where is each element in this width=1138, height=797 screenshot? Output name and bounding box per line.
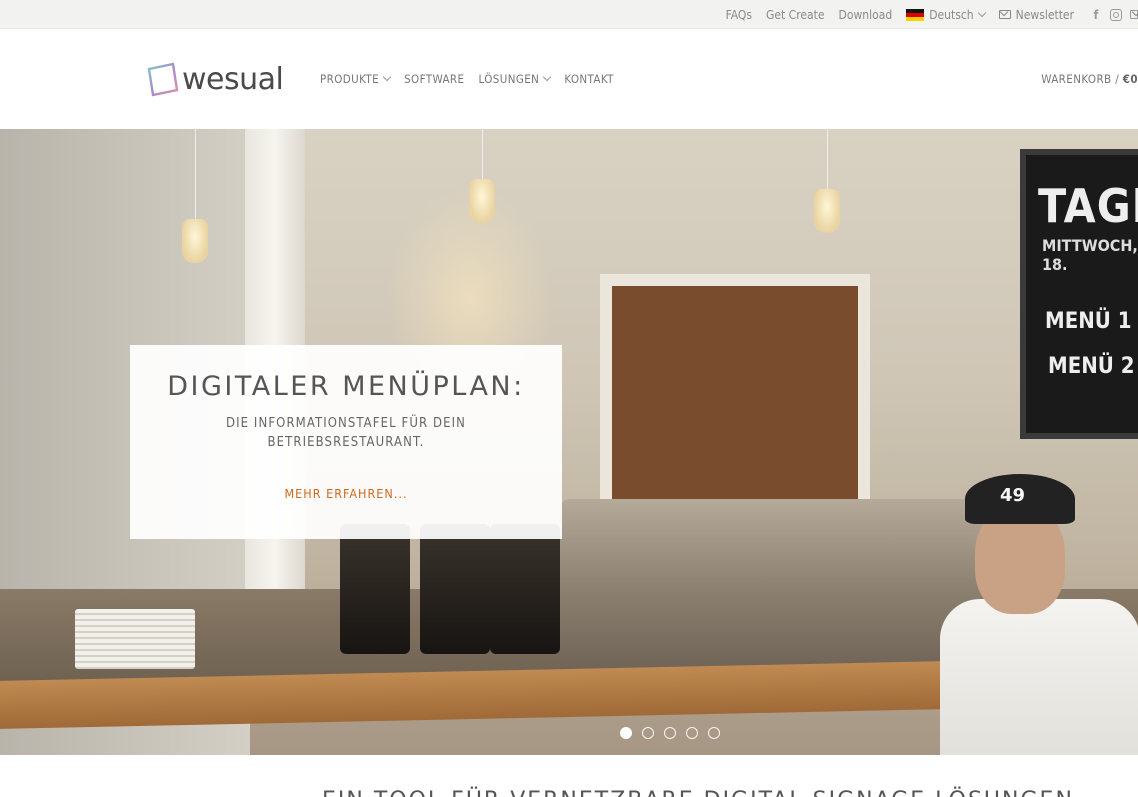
cart-value: €0 (1122, 72, 1138, 86)
intro-section: EIN TOOL FÜR VERNETZBARE DIGITAL SIGNAGE… (0, 755, 1138, 797)
blackboard-subtitle: MITTWOCH, 18. (1042, 236, 1138, 274)
coffee-grinder (490, 524, 560, 654)
section-heading: EIN TOOL FÜR VERNETZBARE DIGITAL SIGNAGE… (322, 788, 1074, 797)
slider-dot-5[interactable] (708, 727, 720, 739)
nav-item-loesungen[interactable]: LÖSUNGEN (478, 72, 552, 86)
chevron-down-icon (977, 8, 986, 17)
lamp (814, 189, 840, 233)
lamp-cord (482, 129, 483, 179)
newsletter-link[interactable]: Newsletter (998, 7, 1074, 22)
hero-caption: DIGITALER MENÜPLAN: DIE INFORMATIONSTAFE… (130, 345, 562, 539)
lamp (182, 219, 208, 263)
language-label: Deutsch (929, 7, 974, 22)
logo-mark-icon (147, 62, 179, 97)
lamp-cord (195, 129, 196, 219)
download-link[interactable]: Download (839, 8, 893, 22)
envelope-icon (998, 10, 1011, 19)
german-flag-icon (906, 8, 925, 21)
slider-dot-1[interactable] (620, 727, 632, 739)
barista-body (940, 599, 1138, 755)
slider-dot-2[interactable] (642, 727, 654, 739)
nav-label: PRODUKTE (320, 72, 380, 86)
nav-label: SOFTWARE (404, 72, 465, 86)
coffee-grinder (340, 524, 410, 654)
chevron-down-icon (382, 72, 392, 82)
nav-label: LÖSUNGEN (478, 72, 540, 86)
top-bar-links: FAQs Get Create Download Deutsch Newslet… (726, 0, 1138, 29)
main-nav: PRODUKTE SOFTWARE LÖSUNGEN KONTAKT (320, 72, 628, 86)
nav-label: KONTAKT (564, 72, 614, 86)
hero-title: DIGITALER MENÜPLAN: (167, 371, 525, 402)
nav-item-kontakt[interactable]: KONTAKT (564, 72, 614, 86)
blackboard-title: TAGES (1038, 179, 1138, 233)
plate-stack (75, 609, 195, 669)
slider-dot-3[interactable] (664, 727, 676, 739)
wesual-logo[interactable]: wesual (146, 59, 284, 99)
cart-label: WARENKORB / (1041, 72, 1120, 86)
facebook-icon[interactable]: f (1090, 8, 1102, 22)
coffee-grinder (420, 524, 490, 654)
nav-item-software[interactable]: SOFTWARE (404, 72, 464, 86)
get-create-link[interactable]: Get Create (766, 8, 825, 22)
nav-item-produkte[interactable]: PRODUKTE (320, 72, 392, 86)
logo-text: wesual (182, 61, 284, 97)
lamp (469, 179, 495, 223)
blackboard-menu-1: MENÜ 1 (1045, 309, 1132, 334)
lamp-cord (827, 129, 828, 189)
top-bar: FAQs Get Create Download Deutsch Newslet… (0, 0, 1138, 29)
hero-subtitle: DIE INFORMATIONSTAFEL FÜR DEIN BETRIEBSR… (225, 416, 467, 450)
faqs-link[interactable]: FAQs (726, 8, 752, 22)
blackboard-menu-2: MENÜ 2 (1048, 354, 1135, 379)
cart-link[interactable]: WARENKORB / €0 (1041, 72, 1138, 86)
mail-icon[interactable] (1130, 9, 1138, 21)
instagram-icon[interactable] (1110, 8, 1122, 21)
cap-label: 49 (1000, 485, 1026, 506)
language-selector[interactable]: Deutsch (906, 7, 986, 22)
learn-more-link[interactable]: MEHR ERFAHREN... (284, 486, 407, 501)
slider-dot-4[interactable] (686, 727, 698, 739)
main-header: wesual PRODUKTE SOFTWARE LÖSUNGEN KONTAK… (0, 29, 1138, 129)
chevron-down-icon (543, 72, 552, 82)
newsletter-label: Newsletter (1015, 7, 1074, 22)
slider-dots (620, 727, 730, 739)
